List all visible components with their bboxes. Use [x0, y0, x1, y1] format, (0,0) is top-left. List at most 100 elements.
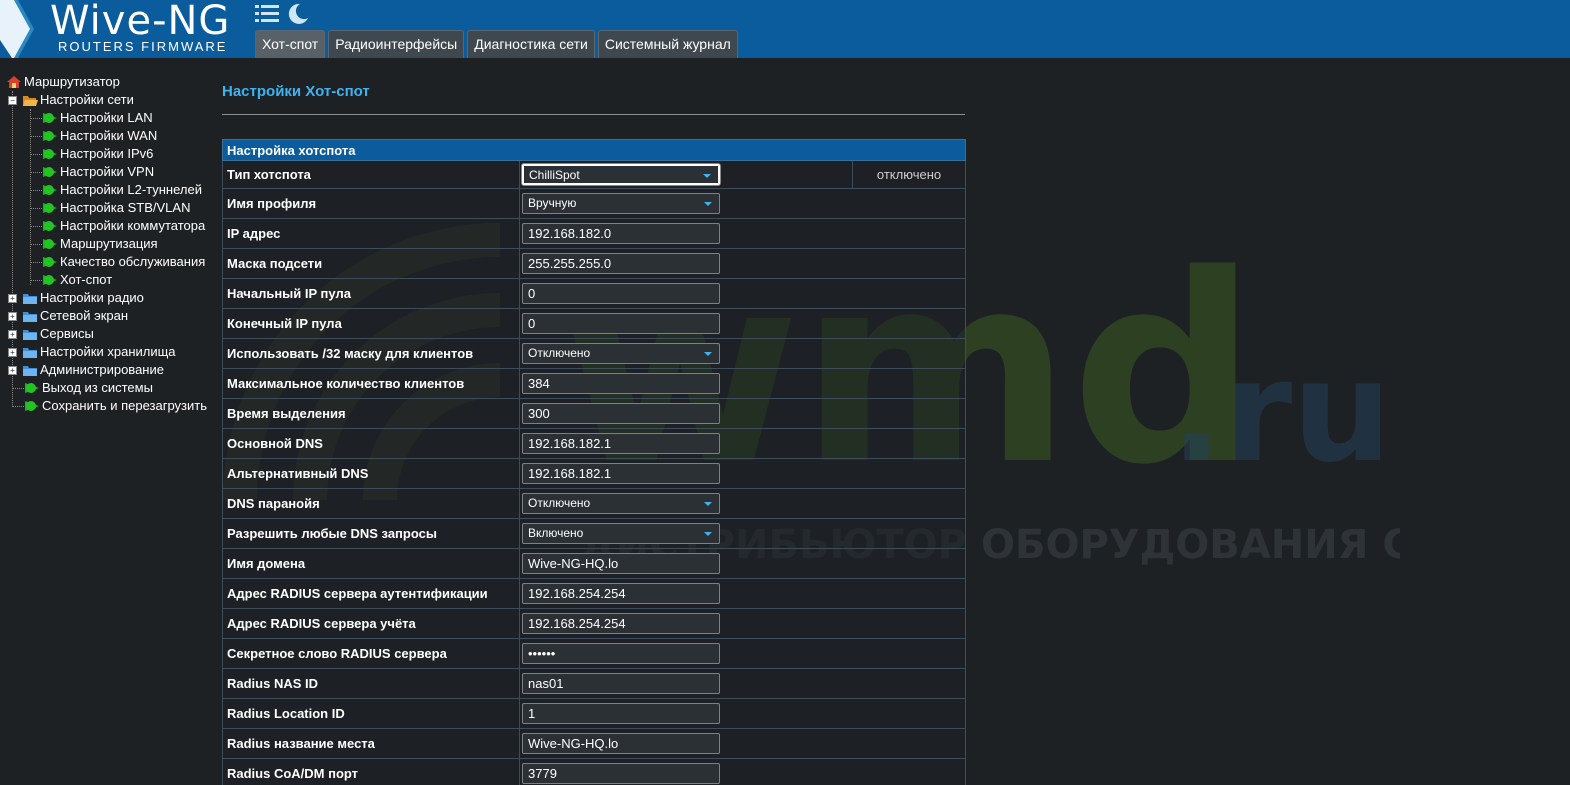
- table-row: Адрес RADIUS сервера аутентификации 192.…: [222, 578, 967, 609]
- sidebar-item-storage[interactable]: Настройки хранилища: [22, 343, 176, 361]
- sidebar-item-ipv6[interactable]: Настройки IPv6: [42, 145, 153, 163]
- table-row: Radius CoA/DM порт 3779: [222, 758, 967, 785]
- sidebar-item-firewall[interactable]: Сетевой экран: [22, 307, 128, 325]
- sidebar-item-routing[interactable]: Маршрутизация: [42, 235, 158, 253]
- page-leaf-icon: [43, 221, 57, 231]
- table-row: Radius NAS ID nas01: [222, 668, 967, 699]
- allow-any-dns-select[interactable]: Включено: [522, 523, 720, 544]
- select-value: Отключено: [528, 496, 591, 510]
- field-label: Альтернативный DNS: [222, 458, 520, 489]
- sidebar-item-stb-vlan[interactable]: Настройка STB/VLAN: [42, 199, 190, 217]
- sidebar-item-radio-settings[interactable]: Настройки радио: [22, 289, 144, 307]
- expand-toggle[interactable]: +: [8, 330, 17, 339]
- table-row: Имя профиля Вручную: [222, 188, 967, 219]
- chevron-down-icon: [704, 502, 712, 506]
- menu-icon[interactable]: [255, 3, 279, 25]
- radius-coa-port-input[interactable]: 3779: [522, 763, 720, 784]
- expand-toggle[interactable]: +: [8, 312, 17, 321]
- table-row: Начальный IP пула 0: [222, 278, 967, 309]
- dark-mode-icon[interactable]: [286, 2, 310, 26]
- field-label: Radius CoA/DM порт: [222, 758, 520, 785]
- sidebar-item-label: Настройка STB/VLAN: [60, 200, 191, 215]
- sidebar-item-vpn[interactable]: Настройки VPN: [42, 163, 154, 181]
- folder-icon: [23, 348, 37, 358]
- chevron-down-icon: [704, 202, 712, 206]
- secondary-dns-input[interactable]: 192.168.182.1: [522, 463, 720, 484]
- section-caption: Настройка хотспота: [221, 139, 967, 161]
- expand-toggle[interactable]: +: [8, 366, 17, 375]
- table-row: Основной DNS 192.168.182.1: [222, 428, 967, 459]
- table-row: Использовать /32 маску для клиентов Откл…: [222, 338, 967, 369]
- field-label: Адрес RADIUS сервера учёта: [222, 608, 520, 639]
- sidebar-item-qos[interactable]: Качество обслуживания: [42, 253, 205, 271]
- page-leaf-icon: [43, 239, 57, 249]
- max-clients-input[interactable]: 384: [522, 373, 720, 394]
- sidebar-item-label: Настройки WAN: [60, 128, 158, 143]
- mask32-select[interactable]: Отключено: [522, 343, 720, 364]
- tab-radio-interfaces[interactable]: Радиоинтерфейсы: [328, 30, 465, 58]
- title-divider: [222, 114, 965, 115]
- pool-end-input[interactable]: 0: [522, 313, 720, 334]
- expand-toggle[interactable]: +: [8, 348, 17, 357]
- lease-time-input[interactable]: 300: [522, 403, 720, 424]
- page-leaf-icon: [43, 203, 57, 213]
- sidebar-item-save-reboot[interactable]: Сохранить и перезагрузить: [24, 397, 207, 415]
- ip-address-input[interactable]: 192.168.182.0: [522, 223, 720, 244]
- field-label: Маска подсети: [222, 248, 520, 279]
- radius-nas-id-input[interactable]: nas01: [522, 673, 720, 694]
- radius-acct-server-input[interactable]: 192.168.254.254: [522, 613, 720, 634]
- folder-open-icon: [23, 96, 38, 106]
- sidebar-item-l2-tunnels[interactable]: Настройки L2-туннелей: [42, 181, 202, 199]
- radius-auth-server-input[interactable]: 192.168.254.254: [522, 583, 720, 604]
- section-header-row: Настройка хотспота: [221, 139, 967, 161]
- table-row: Имя домена Wive-NG-HQ.lo: [222, 548, 967, 579]
- sidebar-item-switch[interactable]: Настройки коммутатора: [42, 217, 205, 235]
- sidebar-item-lan[interactable]: Настройки LAN: [42, 109, 153, 127]
- sidebar-item-router[interactable]: Маршрутизатор: [6, 73, 120, 91]
- field-label: IP адрес: [222, 218, 520, 249]
- profile-name-select[interactable]: Вручную: [522, 193, 720, 214]
- table-row: Разрешить любые DNS запросы Включено: [222, 518, 967, 549]
- sidebar-item-services[interactable]: Сервисы: [22, 325, 94, 343]
- hotspot-type-select[interactable]: ChilliSpot: [522, 164, 720, 185]
- table-row: Конечный IP пула 0: [222, 308, 967, 339]
- expand-toggle[interactable]: +: [8, 294, 17, 303]
- tab-hotspot[interactable]: Хот-спот: [255, 30, 326, 58]
- field-label: Использовать /32 маску для клиентов: [222, 338, 520, 369]
- table-row: Radius Location ID 1: [222, 698, 967, 729]
- sidebar-item-label: Настройки VPN: [60, 164, 155, 179]
- select-value: Отключено: [528, 346, 591, 360]
- collapse-toggle[interactable]: −: [8, 96, 17, 105]
- folder-icon: [23, 366, 37, 376]
- sidebar-item-label: Маршрутизация: [60, 236, 158, 251]
- radius-location-name-input[interactable]: Wive-NG-HQ.lo: [522, 733, 720, 754]
- radius-location-id-input[interactable]: 1: [522, 703, 720, 724]
- sidebar-item-network-settings[interactable]: Настройки сети: [22, 91, 134, 109]
- logo-subtitle: ROUTERS FIRMWARE: [58, 39, 228, 54]
- dns-paranoia-select[interactable]: Отключено: [522, 493, 720, 514]
- subnet-mask-input[interactable]: 255.255.255.0: [522, 253, 720, 274]
- sidebar-item-label: Настройки сети: [40, 92, 134, 107]
- radius-secret-input[interactable]: ••••••: [522, 643, 720, 664]
- chevron-down-icon: [704, 532, 712, 536]
- folder-icon: [23, 294, 37, 304]
- sidebar-item-label: Настройки радио: [40, 290, 144, 305]
- tab-system-log[interactable]: Системный журнал: [597, 30, 738, 58]
- sidebar-item-wan[interactable]: Настройки WAN: [42, 127, 157, 145]
- sidebar-item-label: Администрирование: [40, 362, 164, 377]
- field-label: Максимальное количество клиентов: [222, 368, 520, 399]
- pool-start-input[interactable]: 0: [522, 283, 720, 304]
- tab-network-diagnostics[interactable]: Диагностика сети: [467, 30, 595, 58]
- domain-name-input[interactable]: Wive-NG-HQ.lo: [522, 553, 720, 574]
- sidebar-item-label: Хот-спот: [60, 272, 113, 287]
- sidebar-item-logout[interactable]: Выход из системы: [24, 379, 153, 397]
- sidebar-item-administration[interactable]: Администрирование: [22, 361, 164, 379]
- table-row: IP адрес 192.168.182.0: [222, 218, 967, 249]
- table-row: DNS паранойя Отключено: [222, 488, 967, 519]
- primary-dns-input[interactable]: 192.168.182.1: [522, 433, 720, 454]
- table-row: Маска подсети 255.255.255.0: [222, 248, 967, 279]
- table-row: Тип хотспота ChilliSpot отключено: [222, 160, 967, 189]
- page-leaf-icon: [25, 401, 39, 411]
- table-row: Radius название места Wive-NG-HQ.lo: [222, 728, 967, 759]
- sidebar-item-hotspot[interactable]: Хот-спот: [42, 271, 112, 289]
